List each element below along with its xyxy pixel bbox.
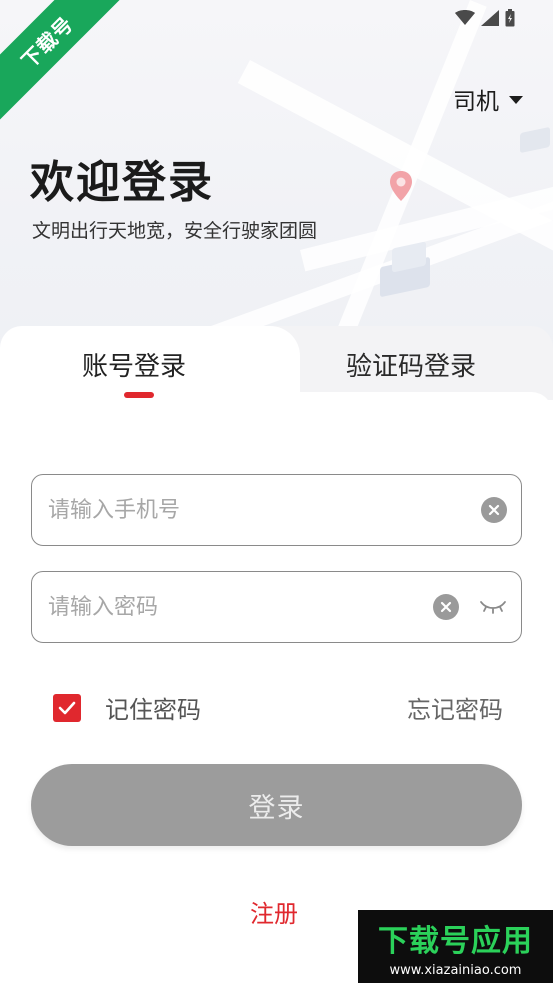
remember-password-label: 记住密码 <box>105 696 201 724</box>
role-dropdown-value: 司机 <box>453 89 499 115</box>
login-button[interactable]: 登录 <box>31 764 522 846</box>
eye-closed-icon[interactable] <box>479 596 507 618</box>
status-bar <box>455 8 515 28</box>
tab-code-login[interactable]: 验证码登录 <box>346 346 476 383</box>
password-field <box>31 571 522 643</box>
tab-account-login[interactable]: 账号登录 <box>82 346 186 383</box>
forgot-password-link[interactable]: 忘记密码 <box>407 690 503 725</box>
wifi-icon <box>455 10 475 25</box>
watermark-banner: 下载号应用 www.xiazainiao.com <box>358 910 553 983</box>
login-card: 账号登录 验证码登录 记住密码 忘记密码 登录 注册 <box>0 326 553 983</box>
caret-down-icon <box>509 96 523 104</box>
check-icon <box>58 701 76 714</box>
watermark-banner-title: 下载号应用 <box>378 923 533 959</box>
password-input[interactable] <box>48 594 428 620</box>
remember-password-toggle[interactable]: 记住密码 <box>53 690 201 725</box>
watermark-banner-url: www.xiazainiao.com <box>389 962 522 978</box>
register-link[interactable]: 注册 <box>250 894 298 929</box>
phone-input[interactable] <box>48 497 428 523</box>
battery-icon <box>505 9 515 27</box>
role-dropdown[interactable]: 司机 <box>453 82 523 116</box>
clear-icon[interactable] <box>433 594 459 620</box>
map-building <box>520 126 550 154</box>
page-title: 欢迎登录 <box>30 157 214 208</box>
tab-active-indicator <box>124 392 154 398</box>
remember-checkbox[interactable] <box>53 693 81 722</box>
page-subtitle: 文明出行天地宽，安全行驶家团圆 <box>32 220 318 242</box>
phone-field <box>31 474 522 546</box>
signal-icon <box>481 10 499 26</box>
clear-icon[interactable] <box>481 497 507 523</box>
location-pin-icon <box>390 171 412 201</box>
